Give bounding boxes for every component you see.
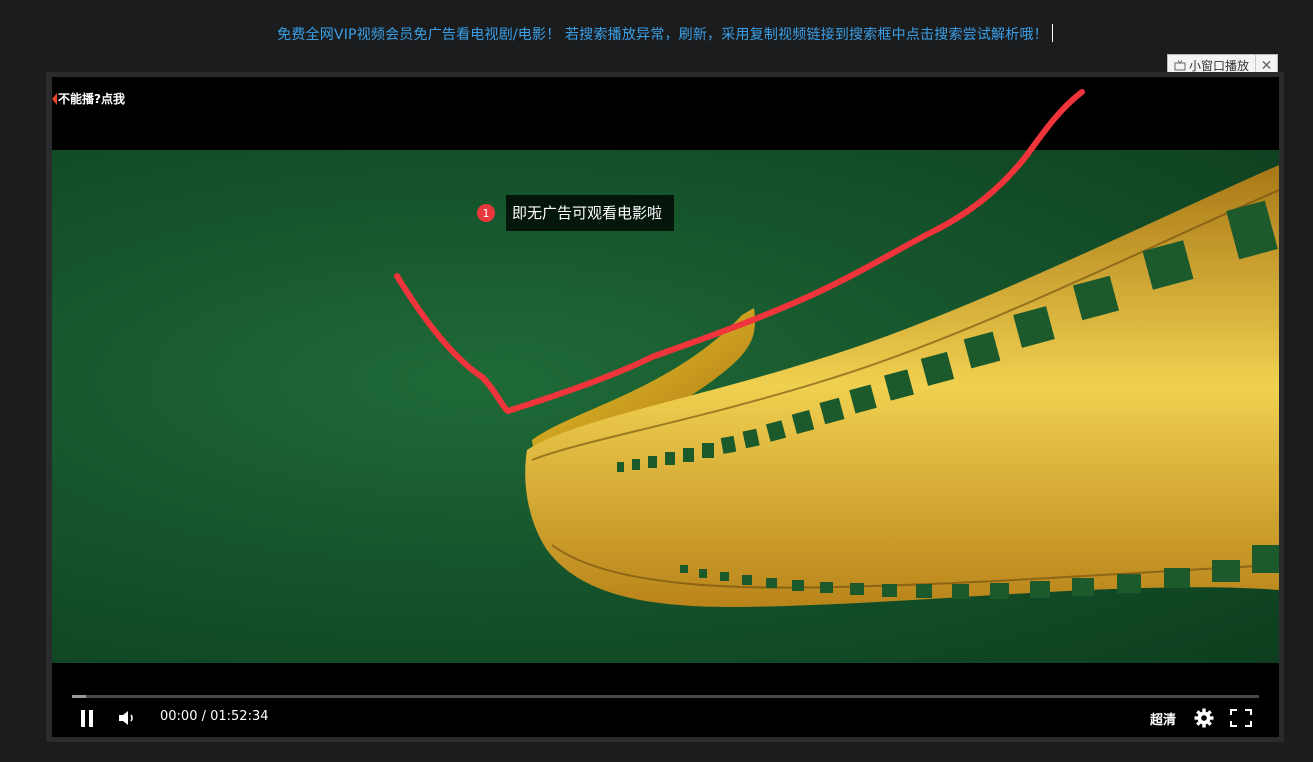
tip-number-badge: 1: [477, 204, 495, 222]
progress-bar[interactable]: [72, 695, 1259, 698]
text-cursor: [1051, 24, 1053, 42]
quality-selector[interactable]: 超清: [1150, 705, 1176, 731]
control-bar: 00:00 / 01:52:34 超清: [52, 705, 1279, 731]
arrow-left-icon: [52, 92, 57, 105]
tip-text: 即无广告可观看电影啦: [506, 195, 675, 231]
volume-icon: [119, 711, 133, 725]
time-display: 00:00 / 01:52:34: [160, 709, 269, 724]
fullscreen-button[interactable]: [1230, 705, 1252, 731]
settings-button[interactable]: [1194, 705, 1214, 731]
volume-button[interactable]: [118, 705, 138, 731]
video-player[interactable]: 不能播?点我 1 即无广告可观看电影啦 00:00 / 01:52:34 超清: [52, 77, 1279, 737]
cant-play-label: 不能播?点我: [58, 92, 125, 106]
ad-free-tip: 1 即无广告可观看电影啦: [477, 195, 675, 231]
tv-icon: [1174, 60, 1186, 71]
fullscreen-icon: [1230, 709, 1252, 727]
cant-play-link[interactable]: 不能播?点我: [52, 90, 125, 107]
pause-button[interactable]: [80, 705, 94, 731]
announcement-text: 免费全网VIP视频会员免广告看电视剧/电影！ 若搜索播放异常，刷新，采用复制视频…: [277, 27, 1048, 43]
announcement-banner: 免费全网VIP视频会员免广告看电视剧/电影！ 若搜索播放异常，刷新，采用复制视频…: [0, 24, 1313, 44]
progress-fill: [72, 695, 87, 698]
pause-icon: [81, 709, 93, 727]
gear-icon: [1194, 708, 1214, 728]
